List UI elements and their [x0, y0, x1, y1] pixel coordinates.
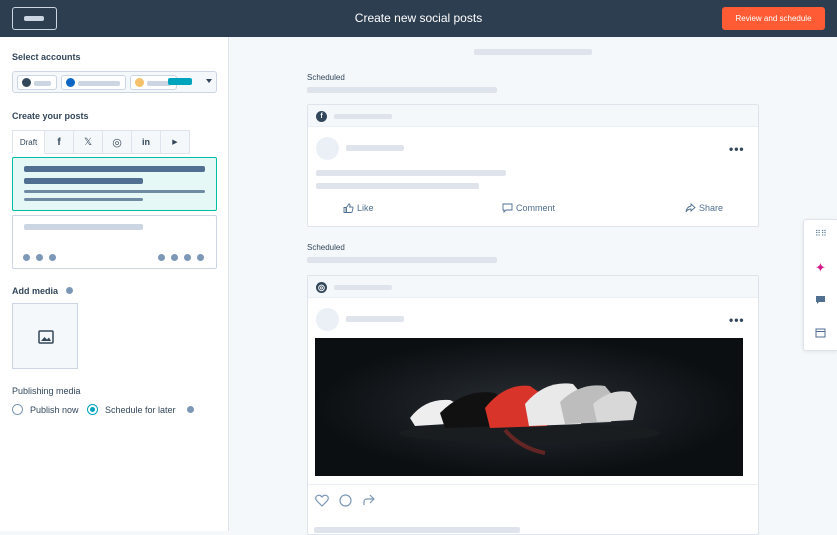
share-button[interactable]: Share	[685, 203, 723, 213]
tab-linkedin[interactable]: in	[132, 130, 161, 154]
comment-icon[interactable]	[339, 494, 352, 507]
share-icon[interactable]	[363, 494, 375, 506]
account-count-badge	[168, 78, 192, 85]
more-options-icon[interactable]: •••	[729, 142, 745, 156]
publishing-media-label: Publishing media	[12, 386, 81, 396]
like-label: Like	[357, 203, 374, 213]
drag-handle-icon[interactable]: ⠿⠿	[815, 229, 827, 238]
publish-now-radio[interactable]	[12, 404, 23, 415]
create-posts-label: Create your posts	[12, 111, 89, 121]
account-chip[interactable]	[17, 75, 57, 90]
review-and-schedule-button[interactable]: Review and schedule	[722, 7, 825, 30]
info-icon[interactable]	[187, 406, 194, 413]
tab-facebook[interactable]: f	[45, 130, 74, 154]
avatar	[316, 308, 339, 331]
thumbs-up-icon	[343, 203, 354, 213]
post-image	[315, 338, 743, 476]
like-button[interactable]: Like	[343, 203, 374, 213]
network-tabs: Draft f 𝕏 ◎ in ▶	[12, 130, 190, 154]
youtube-icon: ▶	[172, 139, 178, 146]
share-icon	[685, 203, 696, 213]
account-avatar-icon	[22, 78, 31, 87]
tab-x[interactable]: 𝕏	[74, 130, 103, 154]
info-icon[interactable]	[66, 287, 73, 294]
draft-post-card[interactable]	[12, 215, 217, 269]
panel-icon[interactable]	[815, 328, 826, 341]
comment-icon	[502, 203, 513, 213]
select-accounts-label: Select accounts	[12, 52, 81, 62]
page-title: Create new social posts	[354, 11, 483, 25]
schedule-date-placeholder	[307, 87, 497, 93]
publish-now-label: Publish now	[30, 405, 79, 415]
image-icon	[38, 330, 54, 344]
chevron-down-icon[interactable]	[206, 79, 212, 83]
comment-button[interactable]: Comment	[502, 203, 555, 213]
linkedin-icon: in	[142, 137, 150, 147]
draft-post-card-selected[interactable]	[12, 157, 217, 211]
sneakers-photo	[315, 338, 743, 476]
account-chip[interactable]	[61, 75, 126, 90]
top-bar: Create new social posts Review and sched…	[0, 0, 837, 37]
post-status: Scheduled	[307, 73, 345, 82]
right-rail: ⠿⠿ ✦	[803, 219, 837, 351]
x-icon: 𝕏	[83, 136, 93, 148]
add-media-button[interactable]	[12, 303, 78, 369]
account-avatar-icon	[66, 78, 75, 87]
add-media-label: Add media	[12, 286, 59, 296]
share-label: Share	[699, 203, 724, 213]
facebook-icon: f	[57, 136, 61, 148]
heart-icon[interactable]	[315, 494, 329, 507]
schedule-date-placeholder	[307, 257, 497, 263]
avatar	[316, 137, 339, 160]
instagram-icon: ◎	[112, 136, 122, 149]
chat-icon[interactable]	[815, 295, 826, 308]
account-avatar-icon	[135, 78, 144, 87]
ai-sparkle-icon[interactable]: ✦	[815, 260, 826, 276]
instagram-icon: ◎	[316, 282, 327, 293]
schedule-later-label: Schedule for later	[105, 405, 176, 415]
schedule-later-radio[interactable]	[87, 404, 98, 415]
tab-draft[interactable]: Draft	[12, 130, 45, 154]
tab-youtube[interactable]: ▶	[161, 130, 190, 154]
more-options-icon[interactable]: •••	[729, 313, 745, 327]
preview-header-placeholder	[474, 49, 592, 55]
facebook-icon: f	[316, 111, 327, 122]
tab-instagram[interactable]: ◎	[103, 130, 132, 154]
comment-label: Comment	[516, 203, 556, 213]
post-status: Scheduled	[307, 243, 345, 252]
facebook-preview-card: f ••• Like Comment Share	[307, 104, 759, 227]
